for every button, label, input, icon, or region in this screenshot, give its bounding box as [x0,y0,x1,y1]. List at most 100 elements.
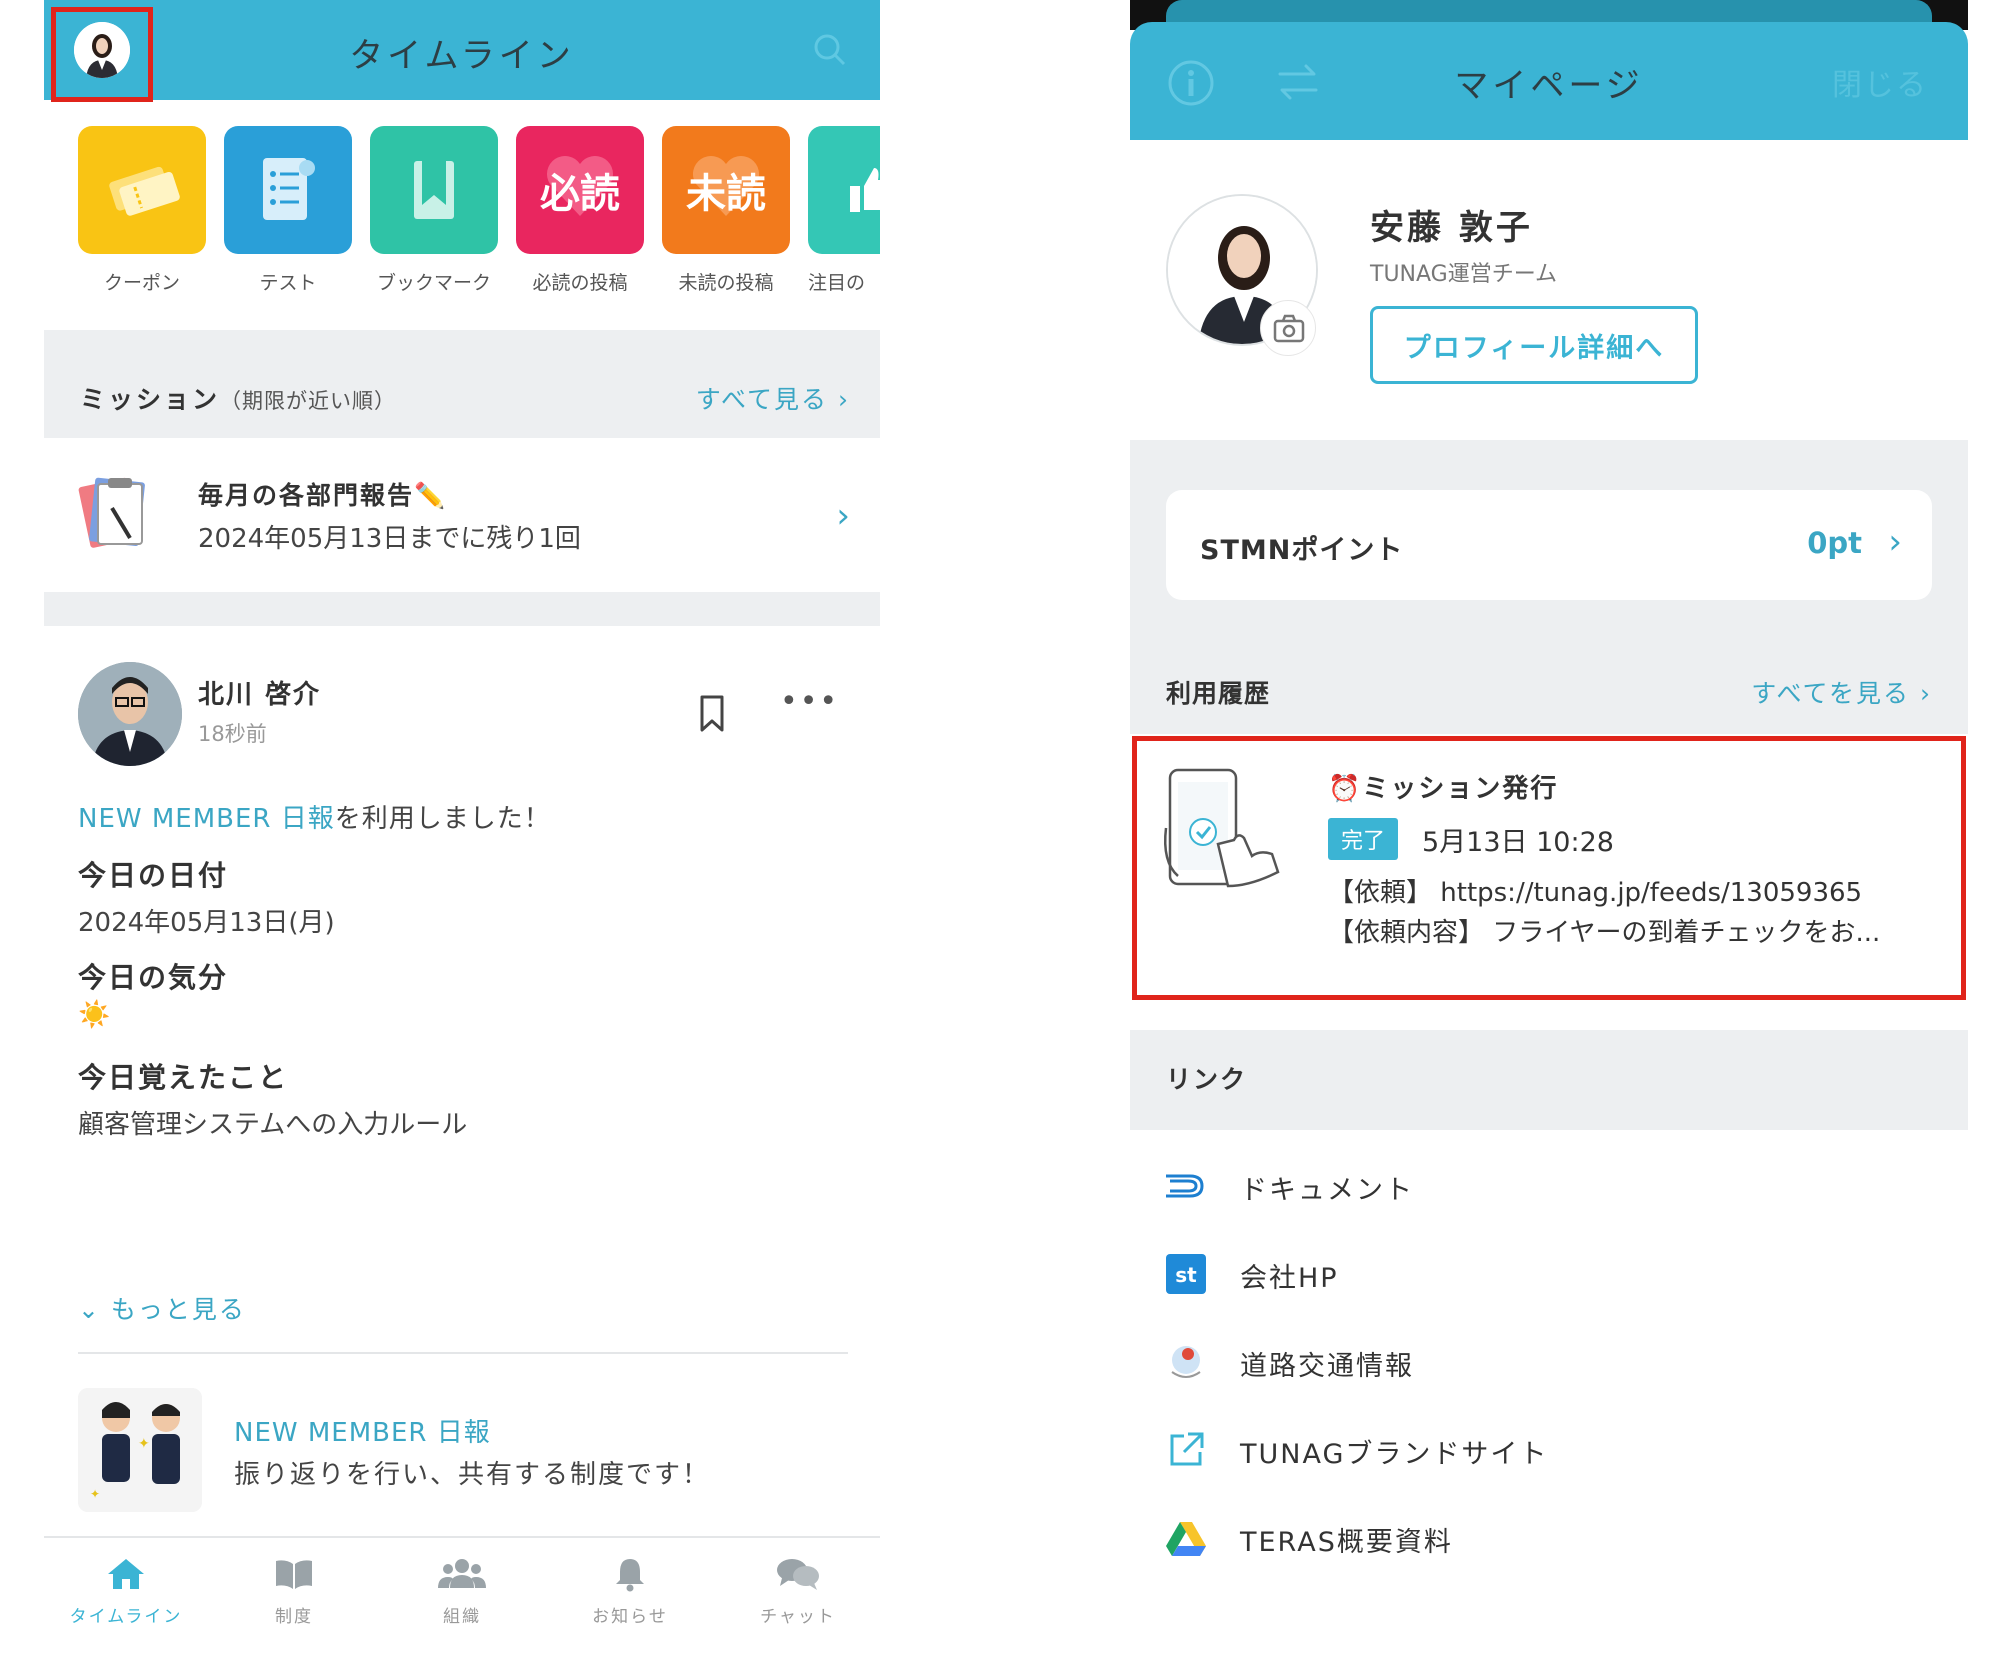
page-title: タイムライン [349,36,575,76]
mission-list-item[interactable]: 毎月の各部門報告✏️ 2024年05月13日までに残り1回 › [44,438,880,592]
field-label: 今日の気分 [78,961,229,994]
svg-text:✦: ✦ [90,1487,100,1501]
clipboard-icon [78,468,158,560]
link-item-teras[interactable]: TERAS概要資料 [1130,1482,1968,1594]
mission-section-header: ミッション（期限が近い順） すべて見る › [44,330,880,438]
coupon-icon [78,126,206,254]
link-label: 会社HP [1240,1263,1339,1294]
tab-timeline[interactable]: タイムライン [46,1556,206,1627]
shortcut-label: ブックマーク [376,272,491,294]
close-button[interactable]: 閉じる [1832,60,1928,104]
chevron-right-icon: › [838,385,850,414]
show-more-text: もっと見る [110,1295,246,1324]
tab-label: 制度 [275,1607,313,1627]
highlight-frame [1132,736,1966,1000]
search-icon[interactable] [810,30,850,70]
mypage-screen: マイページ 閉じる 安藤 敦子 TUNAG運営チーム プロフィール詳細へ STM… [1130,0,1968,1658]
st-logo-icon: st [1164,1252,1208,1296]
field-value: 2024年05月13日(月) [78,908,335,938]
tab-system[interactable]: 制度 [214,1556,374,1627]
show-more-button[interactable]: ⌄ もっと見る [78,1290,246,1326]
external-link-icon [1164,1428,1208,1472]
unread-icon: 未読 [662,126,790,254]
shortcut-row: クーポン テスト ブックマーク 必読 必読の投稿 未読 未読の投稿 注目の [78,126,880,326]
system-thumbnail[interactable]: ✦ ✦ [78,1388,202,1512]
shortcut-unread[interactable]: 未読 未読の投稿 [662,126,790,295]
post-timestamp: 18秒前 [198,722,267,746]
field-label: 今日覚えたこと [78,1061,289,1094]
system-link[interactable]: NEW MEMBER 日報 [78,804,335,834]
post-author-name[interactable]: 北川 啓介 [198,674,321,711]
shortcut-label: テスト [259,272,317,294]
points-card[interactable]: STMNポイント 0pt › [1166,490,1932,600]
link-label: ドキュメント [1240,1175,1414,1206]
profile-team: TUNAG運営チーム [1370,262,1558,287]
tab-chat[interactable]: チャット [718,1556,878,1627]
timeline-header: タイムライン [44,0,880,102]
mission-subtitle: （期限が近い順） [220,389,397,413]
points-history-section: STMNポイント 0pt › 利用履歴 すべてを見る › ⏰ミッション発行 完了… [1130,440,1968,1130]
must-read-text: 必読 [540,171,620,217]
document-logo-icon [1164,1164,1208,1208]
svg-text:✦: ✦ [138,1436,150,1452]
mission-see-all-link[interactable]: すべて見る › [696,380,850,416]
tab-label: お知らせ [592,1607,668,1627]
system-description: 振り返りを行い、共有する制度です！ [234,1460,711,1490]
shortcut-label: 必読の投稿 [532,272,628,294]
mission-title-text: ミッション [80,385,221,414]
test-icon [224,126,352,254]
mission-item-title: 毎月の各部門報告✏️ [198,481,448,510]
svg-text:st: st [1175,1263,1197,1287]
profile-name: 安藤 敦子 [1370,208,1533,248]
tab-organization[interactable]: 組織 [382,1556,542,1627]
tab-notifications[interactable]: お知らせ [550,1556,710,1627]
bell-icon [616,1559,644,1592]
history-see-all-link[interactable]: すべてを見る › [1751,674,1932,710]
author-avatar[interactable] [78,662,182,766]
timeline-post: 北川 啓介 18秒前 ••• NEW MEMBER 日報を利用しました！ 今日の… [44,626,880,1536]
mission-title: ミッション（期限が近い順） [80,380,396,416]
link-label: TERAS概要資料 [1240,1527,1453,1558]
shortcut-test[interactable]: テスト [224,126,352,295]
link-label: 道路交通情報 [1240,1351,1414,1382]
camera-icon[interactable] [1260,300,1316,356]
timeline-screen: タイムライン クーポン テスト ブックマーク 必読 必読の投稿 未読 未読の投稿… [44,0,880,1658]
field-label: 今日の日付 [78,859,229,892]
shortcut-bookmark[interactable]: ブックマーク [370,126,498,295]
mypage-header: マイページ 閉じる [1130,22,1968,140]
see-all-text: すべて見る [695,385,829,414]
road-logo-icon [1164,1340,1208,1384]
tab-label: タイムライン [69,1607,183,1627]
used-suffix: を利用しました！ [334,804,551,834]
see-all-text: すべてを見る [1751,679,1911,708]
system-name[interactable]: NEW MEMBER 日報 [234,1412,491,1449]
profile-detail-button[interactable]: プロフィール詳細へ [1370,306,1698,384]
more-options-icon[interactable]: ••• [780,684,839,719]
links-label: リンク [1166,1065,1248,1094]
post-used-text: NEW MEMBER 日報を利用しました！ [78,798,551,835]
bottom-tab-bar: タイムライン 制度 組織 お知らせ チャット [44,1536,880,1658]
book-icon [276,1560,312,1589]
points-value: 0pt [1807,526,1862,560]
shortcut-must-read[interactable]: 必読 必読の投稿 [516,126,644,295]
people-icon [438,1559,486,1588]
shortcut-featured[interactable]: 注目の [808,126,880,295]
points-label: STMNポイント [1200,535,1404,566]
unread-text: 未読 [686,171,766,217]
history-label: 利用履歴 [1166,679,1271,708]
must-read-icon: 必読 [516,126,644,254]
field-value: ☀️ [78,1000,111,1030]
link-label: TUNAGブランドサイト [1240,1439,1549,1470]
drive-logo-icon [1164,1516,1208,1560]
chevron-right-icon: › [1920,679,1932,708]
shortcut-coupon[interactable]: クーポン [78,126,206,295]
chat-icon [777,1559,819,1590]
chevron-right-icon: › [836,496,850,536]
chevron-down-icon: ⌄ [78,1295,101,1324]
shortcut-label: 未読の投稿 [678,272,774,294]
tab-label: チャット [760,1607,836,1627]
chevron-right-icon: › [1888,522,1902,562]
bookmark-icon[interactable] [698,694,726,734]
thumb-up-icon [808,126,880,254]
tab-label: 組織 [443,1607,481,1627]
